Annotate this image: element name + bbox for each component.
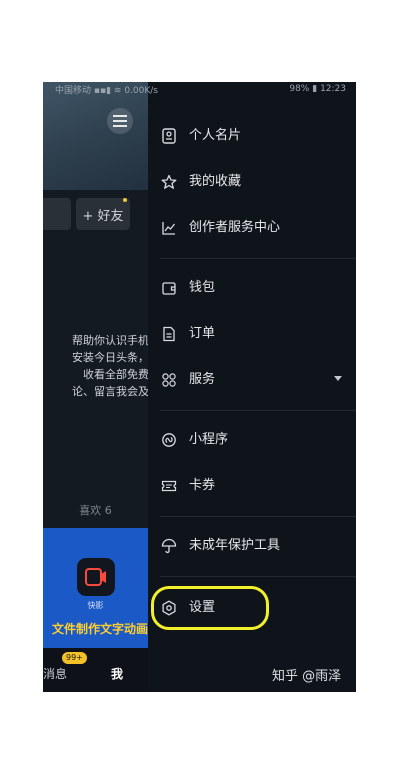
chevron-down-icon xyxy=(334,376,342,381)
grid-icon xyxy=(160,371,178,389)
watermark: 知乎 @雨泽 xyxy=(272,669,342,684)
signal-icon: ▪▪▮ ≋ xyxy=(93,85,122,96)
video-card[interactable]: 快影 文件制作文字动画 xyxy=(43,528,148,648)
notification-dot xyxy=(123,198,127,202)
drawer-item-business-card[interactable]: 个人名片 xyxy=(148,118,356,154)
intro-text: 帮助你认识手机 安装今日头条， 收看全部免费 论、留言我会及 xyxy=(72,334,149,398)
menu-button[interactable] xyxy=(107,108,133,134)
phone-screen: 中国移动 ▪▪▮ ≋ 0.00K/s 98% ▮ 12:23 + 好友 帮助你认… xyxy=(43,82,356,692)
drawer-item-label: 小程序 xyxy=(189,432,229,447)
drawer-item-favorites[interactable]: 我的收藏 xyxy=(148,164,356,200)
mini-program-icon xyxy=(160,431,178,449)
battery-icon: ▮ xyxy=(312,84,318,94)
drawer-item-wallet[interactable]: 钱包 xyxy=(148,270,356,306)
add-friend-button[interactable]: + 好友 xyxy=(76,198,130,230)
tab-messages[interactable]: 消息 xyxy=(43,665,67,682)
divider xyxy=(160,410,356,411)
app-label: 快影 xyxy=(87,601,104,610)
divider xyxy=(160,576,356,577)
tab-bar: 消息 99+ 我 xyxy=(43,648,148,692)
settings-highlight-annotation xyxy=(151,586,269,630)
status-left: 中国移动 ▪▪▮ ≋ 0.00K/s xyxy=(55,83,158,96)
umbrella-icon xyxy=(160,537,178,555)
chart-line-icon xyxy=(160,219,178,237)
likes-count: 喜欢 6 xyxy=(79,504,112,517)
drawer-item-label: 个人名片 xyxy=(189,128,242,143)
background-page: + 好友 帮助你认识手机 安装今日头条， 收看全部免费 论、留言我会及 喜欢 6… xyxy=(43,82,149,692)
messages-badge: 99+ xyxy=(62,652,87,664)
battery-level: 98% xyxy=(289,84,310,94)
drawer-item-label: 未成年保护工具 xyxy=(189,538,281,553)
drawer-item-label: 卡券 xyxy=(189,478,216,493)
drawer-item-label: 订单 xyxy=(189,326,216,341)
drawer-item-orders[interactable]: 订单 xyxy=(148,316,356,352)
app-logo xyxy=(77,558,115,596)
order-icon xyxy=(160,325,178,343)
drawer-item-label: 创作者服务中心 xyxy=(189,220,281,235)
star-icon xyxy=(160,173,178,191)
drawer-item-label: 我的收藏 xyxy=(189,174,242,189)
side-drawer: 个人名片 我的收藏 创作者服务中心 钱包 订单 服务 小程序 卡券 未成年保护工… xyxy=(148,96,356,692)
status-right: 98% ▮ 12:23 xyxy=(289,84,346,94)
tab-me[interactable]: 我 xyxy=(111,665,123,682)
drawer-item-services[interactable]: 服务 xyxy=(148,362,356,398)
kuaiying-icon xyxy=(85,568,106,586)
partial-button[interactable] xyxy=(43,198,71,230)
profile-header-background xyxy=(43,82,148,190)
drawer-item-creator-center[interactable]: 创作者服务中心 xyxy=(148,210,356,246)
clock: 12:23 xyxy=(320,84,346,94)
divider xyxy=(160,258,356,259)
id-card-icon xyxy=(160,127,178,145)
drawer-item-label: 钱包 xyxy=(189,280,216,295)
network-speed: 0.00K/s xyxy=(124,85,158,96)
card-title: 文件制作文字动画 xyxy=(51,622,148,636)
ticket-icon xyxy=(160,477,178,495)
drawer-item-minor-protection[interactable]: 未成年保护工具 xyxy=(148,528,356,564)
status-bar: 中国移动 ▪▪▮ ≋ 0.00K/s 98% ▮ 12:23 xyxy=(43,82,356,96)
divider xyxy=(160,516,356,517)
hamburger-icon xyxy=(113,115,127,127)
drawer-item-label: 服务 xyxy=(189,372,216,387)
drawer-item-mini-programs[interactable]: 小程序 xyxy=(148,422,356,458)
carrier: 中国移动 xyxy=(55,85,92,96)
wallet-icon xyxy=(160,279,178,297)
drawer-item-coupons[interactable]: 卡券 xyxy=(148,468,356,504)
